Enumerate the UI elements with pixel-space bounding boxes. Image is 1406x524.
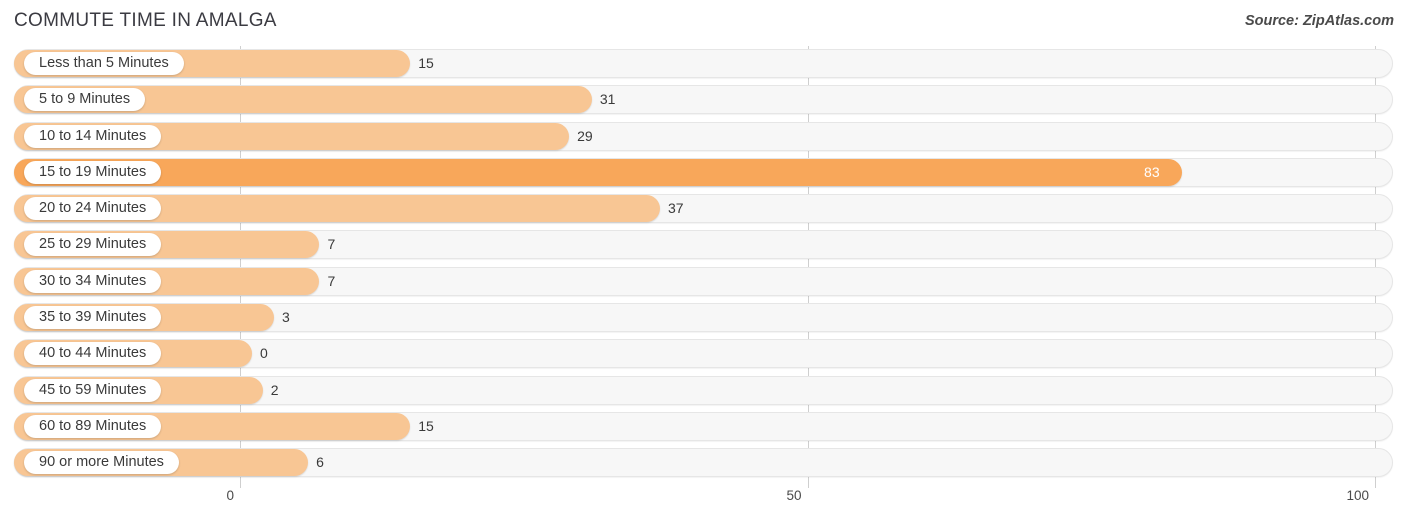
table-row[interactable]: 25 to 29 Minutes 7: [0, 227, 1406, 263]
bar-value-label: 31: [599, 91, 616, 108]
chart-plot-area: Less than 5 Minutes 15 5 to 9 Minutes 31 10 …: [0, 46, 1406, 488]
table-row[interactable]: 15 to 19 Minutes 83: [0, 155, 1406, 191]
bar-value-label: 7: [327, 272, 336, 289]
page-title: COMMUTE TIME IN AMALGA: [14, 10, 277, 31]
table-row[interactable]: 5 to 9 Minutes 31: [0, 82, 1406, 118]
table-row[interactable]: Less than 5 Minutes 15: [0, 46, 1406, 82]
bar-value-label: 83: [1144, 163, 1160, 180]
category-label: 10 to 14 Minutes: [24, 124, 162, 148]
table-row[interactable]: 60 to 89 Minutes 15: [0, 409, 1406, 445]
bar-value-label: 15: [418, 417, 434, 434]
category-label: 35 to 39 Minutes: [24, 306, 162, 330]
category-label: 20 to 24 Minutes: [24, 197, 162, 221]
x-axis-tick-0: 0: [226, 488, 234, 503]
category-label: 45 to 59 Minutes: [24, 378, 162, 402]
table-row[interactable]: 40 to 44 Minutes 0: [0, 336, 1406, 372]
category-label: 30 to 34 Minutes: [24, 269, 162, 293]
category-label: Less than 5 Minutes: [24, 52, 184, 75]
x-axis: 0 50 100: [0, 486, 1406, 524]
table-row[interactable]: 35 to 39 Minutes 3: [0, 300, 1406, 336]
bar-value-label: 3: [282, 309, 290, 326]
table-row[interactable]: 10 to 14 Minutes 29: [0, 119, 1406, 155]
x-axis-tick-100: 100: [1346, 488, 1369, 503]
x-axis-tick-50: 50: [786, 488, 802, 503]
table-row[interactable]: 20 to 24 Minutes 37: [0, 191, 1406, 227]
table-row[interactable]: 45 to 59 Minutes 2: [0, 373, 1406, 409]
table-row[interactable]: 30 to 34 Minutes 7: [0, 264, 1406, 300]
category-label: 40 to 44 Minutes: [24, 342, 162, 366]
category-label: 5 to 9 Minutes: [24, 88, 146, 112]
bar-value-label: 6: [316, 454, 324, 471]
bar-value-label: 37: [667, 200, 684, 217]
category-label: 60 to 89 Minutes: [24, 414, 162, 438]
bar-value-label: 2: [270, 381, 279, 398]
category-label: 25 to 29 Minutes: [24, 233, 162, 257]
category-label: 15 to 19 Minutes: [24, 160, 162, 184]
bar-value-label: 0: [260, 345, 268, 362]
bar-value-label: 15: [418, 55, 434, 71]
category-label: 90 or more Minutes: [24, 451, 179, 475]
bar-value-label: 29: [577, 127, 593, 144]
bar-rows: Less than 5 Minutes 15 5 to 9 Minutes 31 10 …: [0, 46, 1406, 482]
source-attribution: Source: ZipAtlas.com: [1244, 13, 1394, 29]
table-row[interactable]: 90 or more Minutes 6: [0, 445, 1406, 481]
bar-value-label: 7: [327, 236, 336, 253]
bar-fill: [14, 158, 1183, 186]
chart-header: COMMUTE TIME IN AMALGA Source: ZipAtlas.…: [0, 0, 1406, 46]
